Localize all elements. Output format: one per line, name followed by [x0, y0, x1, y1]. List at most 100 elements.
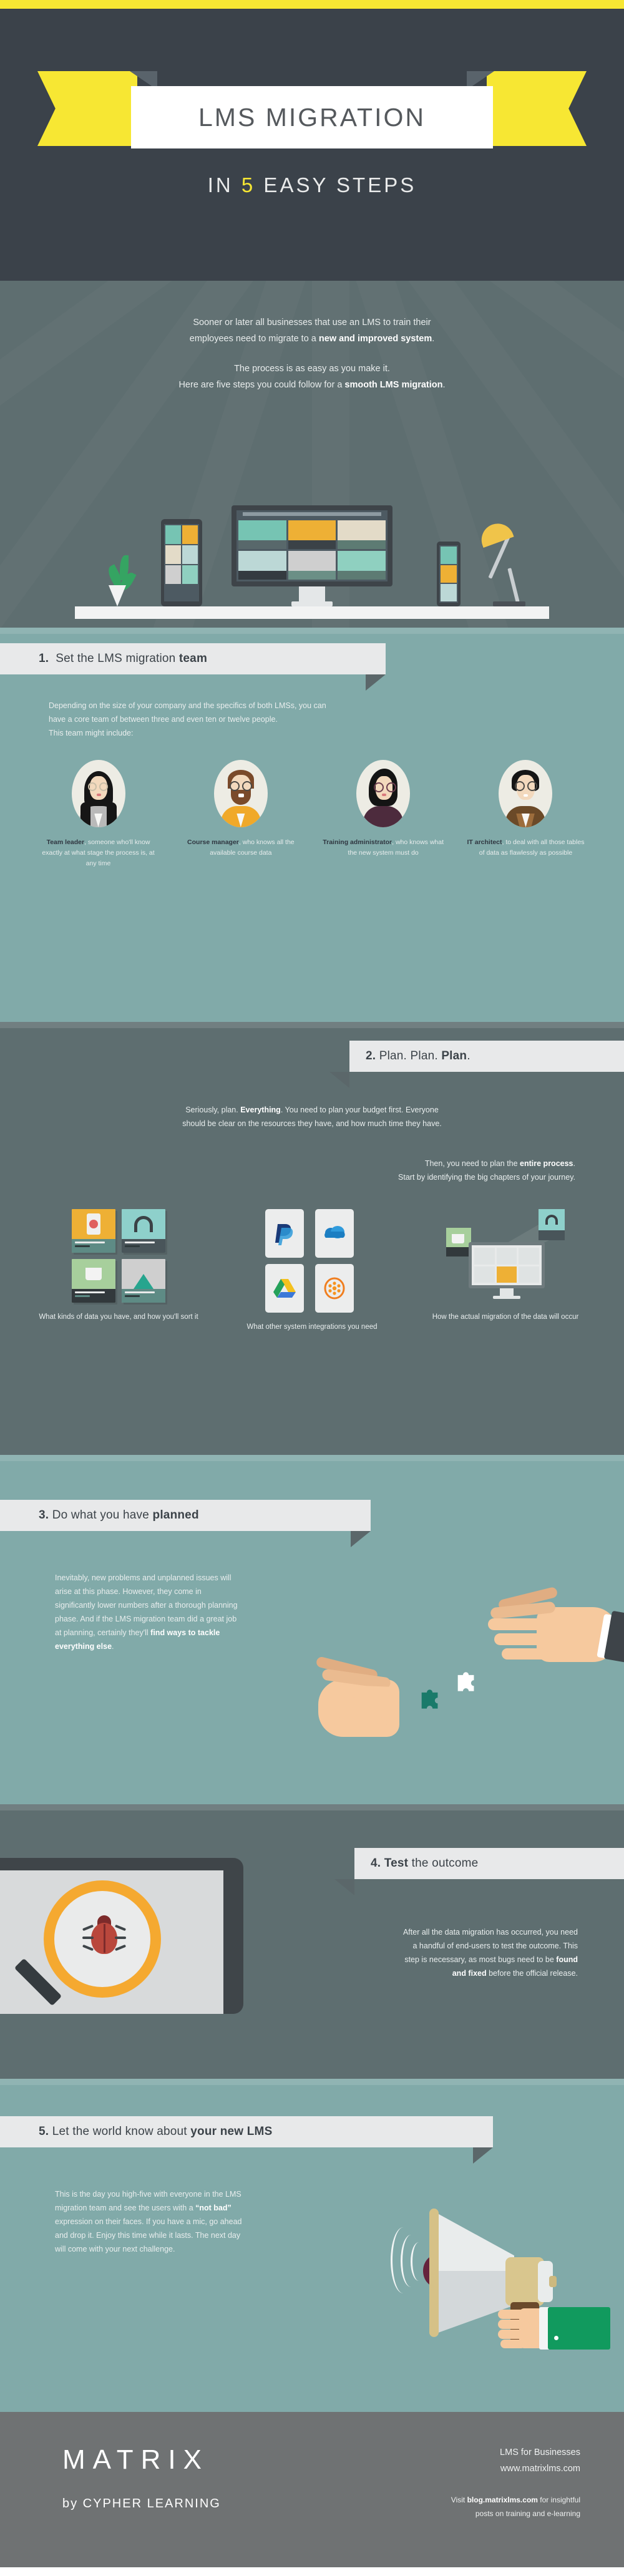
desk-surface — [75, 606, 549, 619]
mountain-icon — [134, 1274, 154, 1289]
data-card — [72, 1259, 115, 1303]
step-4-section: 4. Test the outcome After all the data m… — [0, 1804, 624, 2079]
step-2-title-plain: Plan. Plan. — [379, 1049, 442, 1062]
tablet-card — [182, 545, 198, 564]
monitor-stand — [299, 586, 325, 601]
course-card — [238, 551, 286, 580]
intro-line-2a: employees need to migrate to a — [189, 334, 319, 344]
step-2-body-b1: Then, you need to plan the — [424, 1159, 520, 1168]
step-2-banner-tail — [329, 1072, 349, 1088]
intro-section: Sooner or later all businesses that use … — [0, 281, 624, 628]
title-ribbon: LMS MIGRATION — [37, 71, 587, 148]
step-3-number: 3. — [39, 1509, 49, 1522]
monitor-nav-bar — [243, 512, 381, 516]
tablet-screen — [164, 524, 199, 601]
intro-line-4-bold: smooth LMS migration — [344, 380, 443, 390]
hand-right — [462, 1586, 624, 1674]
footer-tagline: by CYPHER LEARNING — [62, 2497, 221, 2510]
step-2-body-a3: should be clear on the resources they ha… — [182, 1119, 442, 1128]
footer-blog-link[interactable]: blog.matrixlms.com — [467, 2496, 538, 2504]
matrix-logo: MATRIX — [62, 2444, 209, 2475]
step-2-heading: 2. Plan. Plan. Plan. — [366, 1049, 470, 1063]
paypal-icon — [265, 1209, 304, 1258]
step-2-body-b2: . — [573, 1159, 575, 1168]
step-1-banner-tail — [366, 674, 386, 691]
step-1-body-line: have a core team of between three and ev… — [49, 715, 278, 724]
planning-topic-caption: What other system integrations you need — [246, 1323, 378, 1331]
step-3-title-plain: Do what you have — [52, 1509, 153, 1522]
step-2-banner: 2. Plan. Plan. Plan. — [349, 1041, 624, 1072]
step-1-section: 1. Set the LMS migration team Depending … — [0, 628, 624, 1022]
step-1-title-plain: Set the LMS migration — [56, 652, 179, 665]
team-role-item: Training administrator, who knows what t… — [323, 760, 444, 869]
step-2-body-b: Then, you need to plan the entire proces… — [238, 1157, 575, 1184]
migration-card-source — [446, 1228, 471, 1256]
hand-fist — [498, 2307, 547, 2348]
migration-card-target — [539, 1209, 565, 1240]
footer-line-1: LMS for Businesses — [500, 2447, 580, 2457]
hero-subtitle-post: EASY STEPS — [255, 173, 417, 197]
desk-illustration — [0, 444, 624, 619]
phone-device — [437, 542, 461, 606]
intro-line-4a: Here are five steps you could follow for… — [178, 380, 345, 390]
step-2-body-a1: Seriously, plan. — [185, 1106, 241, 1114]
team-role-caption: IT architect, to deal with all those tab… — [465, 837, 587, 858]
step-5-body-tail: expression on their faces. If you have a… — [55, 2217, 242, 2253]
step-3-body: Inevitably, new problems and unplanned i… — [55, 1571, 242, 1653]
team-role-name: IT architect — [467, 838, 502, 846]
tablet-card — [165, 565, 181, 584]
tablet-card — [165, 545, 181, 564]
section-top-shade — [0, 1455, 624, 1461]
glasses-icon — [515, 781, 538, 791]
team-role-name: Team leader — [46, 838, 85, 846]
hero-section: LMS MIGRATION IN 5 EASY STEPS — [0, 9, 624, 281]
section-top-shade — [0, 1804, 624, 1810]
avatar — [71, 760, 125, 827]
onedrive-cloud-icon — [315, 1209, 354, 1258]
step-3-title-bold: planned — [152, 1509, 199, 1522]
step-5-heading: 5. Let the world know about your new LMS — [39, 2125, 272, 2139]
flower-app-icon — [315, 1264, 354, 1313]
step-5-body-bold: “not bad” — [195, 2204, 232, 2212]
footer-cta-line2: posts on training and e-learning — [475, 2509, 580, 2518]
step-1-banner: 1. Set the LMS migration team — [0, 643, 386, 674]
step-2-number: 2. — [366, 1049, 376, 1062]
step-5-banner-tail — [473, 2147, 493, 2164]
planning-topic-item: What other system integrations you need — [231, 1209, 393, 1333]
torso — [363, 806, 404, 827]
step-4-body: After all the data migration has occurre… — [397, 1925, 578, 1980]
glasses-icon — [229, 781, 252, 791]
step-5-number: 5. — [39, 2125, 49, 2138]
sleeve-button — [554, 2336, 558, 2340]
course-card — [338, 520, 386, 549]
plant-pot — [109, 585, 126, 606]
step-4-body-text: After all the data migration has occurre… — [402, 1928, 578, 1964]
monitor-screen — [236, 510, 388, 581]
top-accent-bar — [0, 0, 624, 9]
planning-topics: What kinds of data you have, and how you… — [37, 1209, 587, 1333]
sleeve — [548, 2307, 610, 2350]
step-2-body-a-bold: Everything — [240, 1106, 281, 1114]
data-cards-group — [72, 1209, 165, 1303]
magnifier-bug-illustration — [0, 1842, 293, 2066]
step-3-heading: 3. Do what you have planned — [39, 1509, 199, 1522]
step-3-body-tail: . — [112, 1642, 114, 1651]
hand-left — [315, 1647, 474, 1741]
section-top-shade — [0, 628, 624, 634]
step-2-title-bold: Plan — [441, 1049, 467, 1062]
bug-icon — [82, 1915, 127, 1956]
intro-line-2-bold: new and improved system — [318, 334, 432, 344]
step-5-section: 5. Let the world know about your new LMS… — [0, 2079, 624, 2412]
data-card — [122, 1259, 165, 1303]
step-1-heading: 1. Set the LMS migration team — [39, 652, 207, 666]
puzzle-piece-white-icon — [457, 1672, 474, 1691]
puzzle-hands-illustration — [300, 1542, 624, 1804]
step-5-body: This is the day you high-five with every… — [55, 2187, 242, 2256]
team-role-caption: Team leader, someone who'll know exactly… — [37, 837, 159, 869]
step-2-body-a2: . You need to plan your budget first. Ev… — [280, 1106, 439, 1114]
megaphone-illustration — [356, 2197, 610, 2403]
course-card — [288, 520, 336, 549]
footer-website-link[interactable]: www.matrixlms.com — [300, 2461, 580, 2477]
phone-screen — [439, 545, 458, 603]
glasses-icon — [87, 782, 108, 791]
